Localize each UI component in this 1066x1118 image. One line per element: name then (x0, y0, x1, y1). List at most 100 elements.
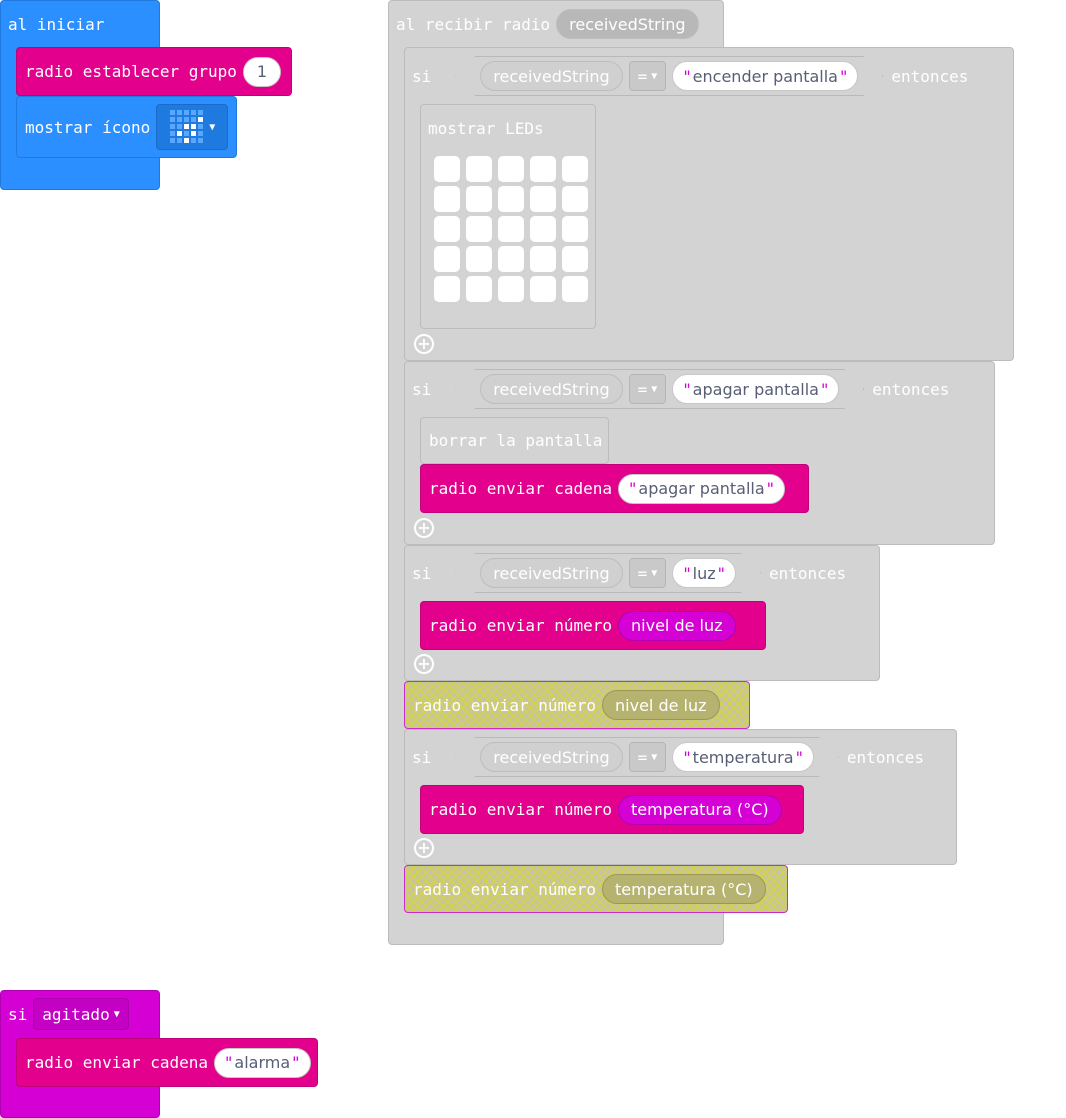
show-leds-header: mostrar LEDs (420, 112, 544, 144)
show-icon-block[interactable]: mostrar ícono ▼ (16, 96, 237, 158)
clear-screen-block[interactable]: borrar la pantalla (420, 417, 609, 464)
then-label: entonces (891, 66, 969, 86)
operator-dropdown[interactable]: = ▼ (629, 558, 667, 588)
add-else-icon[interactable]: + (414, 838, 434, 858)
light-level-reporter[interactable]: nivel de luz (618, 610, 736, 641)
add-else-icon[interactable]: + (414, 334, 434, 354)
string-input[interactable]: " luz " (672, 558, 736, 588)
show-leds-label: mostrar LEDs (428, 118, 544, 138)
led-cell[interactable] (530, 156, 556, 182)
radio-send-string-label: radio enviar cadena (429, 479, 613, 498)
if-label: si (412, 379, 432, 399)
led-cell[interactable] (498, 186, 524, 212)
led-cell[interactable] (434, 216, 460, 242)
led-cell[interactable] (562, 246, 588, 272)
string-input[interactable]: " apagar pantalla " (672, 374, 839, 404)
radio-send-number-label: radio enviar número (413, 879, 597, 899)
led-grid[interactable] (434, 156, 590, 304)
if-header-2: si receivedString = ▼ " apagar pantalla " … (404, 369, 949, 409)
led-cell[interactable] (530, 276, 556, 302)
operator-dropdown[interactable]: = ▼ (629, 374, 667, 404)
led-cell[interactable] (498, 156, 524, 182)
on-received-header: al recibir radio receivedString (388, 6, 699, 42)
radio-send-string-label: radio enviar cadena (25, 1053, 209, 1072)
chevron-down-icon: ▼ (209, 121, 216, 133)
string-input[interactable]: " alarma " (214, 1047, 311, 1078)
add-else-icon[interactable]: + (414, 518, 434, 538)
radio-set-group-label: radio establecer grupo (25, 62, 237, 81)
led-cell[interactable] (498, 276, 524, 302)
group-number-input[interactable]: 1 (242, 56, 281, 87)
operator-dropdown[interactable]: = ▼ (629, 742, 667, 772)
if-header-4: si receivedString = ▼ " temperatura " ento… (404, 737, 924, 777)
string-input[interactable]: " temperatura " (672, 742, 814, 772)
condition-compare-1[interactable]: receivedString = ▼ " encender pantalla " (455, 56, 883, 96)
chevron-down-icon: ▼ (113, 1008, 120, 1020)
disabled-radio-send-number-block[interactable]: radio enviar número nivel de luz (404, 681, 750, 729)
if-header-1: si receivedString = ▼ " encender pantalla… (404, 56, 968, 96)
radio-send-number-block[interactable]: radio enviar número temperatura (°C) (420, 785, 804, 834)
if-header-3: si receivedString = ▼ " luz " entonces (404, 553, 846, 593)
received-string-param[interactable]: receivedString (556, 9, 699, 39)
led-cell[interactable] (530, 216, 556, 242)
led-cell[interactable] (562, 276, 588, 302)
diagonal-dots-icon (170, 110, 204, 143)
radio-send-string-block[interactable]: radio enviar cadena " apagar pantalla " (420, 464, 809, 513)
chevron-down-icon: ▼ (651, 751, 658, 763)
temperature-reporter[interactable]: temperatura (°C) (602, 874, 766, 904)
led-cell[interactable] (466, 276, 492, 302)
if-label: si (412, 66, 432, 86)
operator-dropdown[interactable]: = ▼ (629, 61, 667, 91)
show-icon-label: mostrar ícono (25, 117, 151, 137)
string-input[interactable]: " encender pantalla " (672, 61, 858, 91)
led-cell[interactable] (466, 246, 492, 272)
led-cell[interactable] (434, 186, 460, 212)
radio-send-number-label: radio enviar número (429, 616, 613, 635)
variable-received-string[interactable]: receivedString (480, 742, 622, 772)
led-cell[interactable] (434, 276, 460, 302)
variable-received-string[interactable]: receivedString (480, 61, 622, 91)
led-cell[interactable] (466, 186, 492, 212)
led-cell[interactable] (466, 216, 492, 242)
gesture-if-label: si (8, 1004, 28, 1024)
on-start-header: al iniciar (0, 6, 104, 42)
condition-compare-3[interactable]: receivedString = ▼ " luz " (455, 553, 761, 593)
gesture-dropdown[interactable]: agitado ▼ (33, 998, 129, 1030)
then-label: entonces (872, 379, 950, 399)
radio-send-string-block[interactable]: radio enviar cadena " alarma " (16, 1038, 318, 1087)
led-cell[interactable] (562, 186, 588, 212)
chevron-down-icon: ▼ (651, 567, 658, 579)
led-cell[interactable] (498, 246, 524, 272)
light-level-reporter[interactable]: nivel de luz (602, 690, 720, 720)
disabled-radio-send-number-block[interactable]: radio enviar número temperatura (°C) (404, 865, 788, 913)
variable-received-string[interactable]: receivedString (480, 558, 622, 588)
led-cell[interactable] (562, 156, 588, 182)
on-gesture-header: si agitado ▼ (0, 996, 129, 1032)
led-cell[interactable] (466, 156, 492, 182)
led-cell[interactable] (498, 216, 524, 242)
if-label: si (412, 563, 432, 583)
led-cell[interactable] (530, 186, 556, 212)
on-received-label: al recibir radio (396, 14, 551, 34)
variable-received-string[interactable]: receivedString (480, 374, 622, 404)
condition-compare-2[interactable]: receivedString = ▼ " apagar pantalla " (455, 369, 864, 409)
string-input[interactable]: " apagar pantalla " (618, 473, 786, 504)
radio-set-group-block[interactable]: radio establecer grupo 1 (16, 47, 292, 96)
chevron-down-icon: ▼ (651, 70, 658, 82)
led-cell[interactable] (434, 156, 460, 182)
radio-send-number-label: radio enviar número (429, 800, 613, 819)
icon-dropdown[interactable]: ▼ (156, 104, 229, 150)
clear-screen-label: borrar la pantalla (429, 431, 603, 450)
radio-send-number-label: radio enviar número (413, 695, 597, 715)
if-label: si (412, 747, 432, 767)
then-label: entonces (769, 563, 847, 583)
condition-compare-4[interactable]: receivedString = ▼ " temperatura " (455, 737, 839, 777)
temperature-reporter[interactable]: temperatura (°C) (618, 794, 782, 825)
radio-send-number-block[interactable]: radio enviar número nivel de luz (420, 601, 766, 650)
led-cell[interactable] (530, 246, 556, 272)
add-else-icon[interactable]: + (414, 654, 434, 674)
led-cell[interactable] (434, 246, 460, 272)
chevron-down-icon: ▼ (651, 383, 658, 395)
led-cell[interactable] (562, 216, 588, 242)
then-label: entonces (846, 747, 924, 767)
